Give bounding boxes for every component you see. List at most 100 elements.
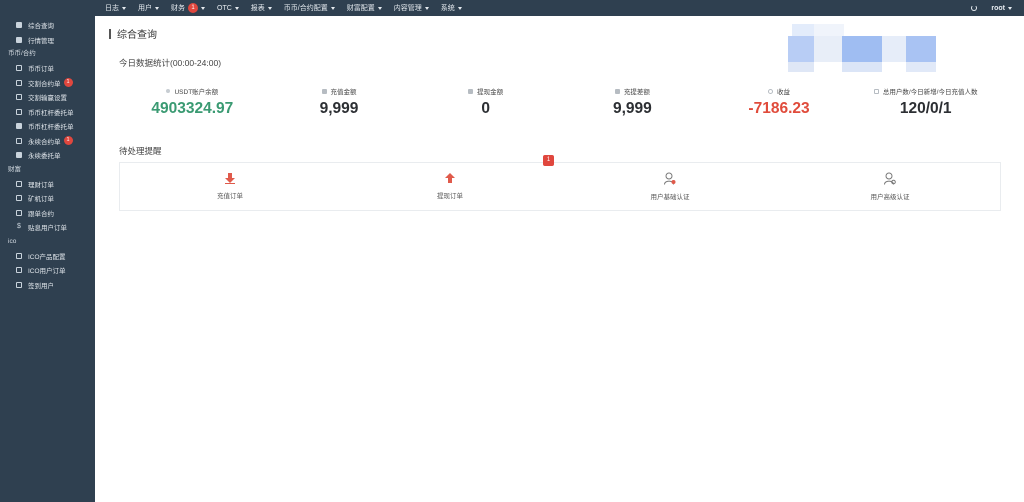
sidebar-item-discount-orders[interactable]: $ 贴息用户订单 (0, 220, 95, 235)
caret-down-icon (1008, 6, 1012, 10)
sidebar-item-label: 综合查询 (28, 23, 54, 31)
task-label: 用户高级认证 (870, 194, 910, 201)
sidebar-item-copy-contracts[interactable]: 跟单合约 (0, 206, 95, 221)
nav-content[interactable]: 内容管理 (394, 3, 429, 13)
nav-label: 币币/合约配置 (283, 5, 328, 12)
monitor-icon (16, 267, 22, 274)
user-menu[interactable]: root (991, 5, 1012, 12)
wallet-icon (321, 88, 327, 94)
task-label: 充值订单 (217, 193, 243, 200)
sidebar-group-title: 币币/合约 (8, 50, 36, 57)
top-navbar: 日志 用户 财务 1 OTC 报表 币币/合约配置 财富配置 内容管理 系统 ro… (95, 0, 1024, 16)
sidebar-item-label: 币币杠杆委托单 (28, 124, 74, 132)
caret-down-icon (377, 6, 382, 10)
nav-logs[interactable]: 日志 (105, 3, 126, 13)
copy-icon (16, 108, 22, 115)
task-basic-verification[interactable]: 用户基础认证 (560, 163, 780, 210)
nav-reports[interactable]: 报表 (251, 3, 272, 13)
caret-down-icon (424, 6, 429, 10)
nav-label: 日志 (105, 5, 119, 12)
task-withdraw-orders[interactable]: 提现订单 (340, 163, 560, 210)
sidebar-item-wealth-orders[interactable]: 理财订单 (0, 177, 95, 192)
username-label: root (991, 4, 1005, 12)
stat-value: 9,999 (319, 100, 359, 117)
sidebar-item-ico-orders[interactable]: ICO用户订单 (0, 263, 95, 278)
stat-value: 120/0/1 (899, 100, 952, 117)
title-accent-bar (109, 28, 111, 39)
sidebar-item-label: 签到用户 (28, 282, 54, 290)
sidebar-item-label: 矿机订单 (28, 196, 54, 204)
list-icon (16, 94, 22, 101)
sidebar-item-signin-users[interactable]: 签到用户 (0, 278, 95, 293)
clock-icon (768, 88, 774, 94)
grid-icon (16, 36, 22, 43)
chart-icon (16, 180, 22, 187)
dollar-icon: $ (17, 223, 21, 231)
nav-label: 用户 (138, 5, 152, 12)
sidebar-item-spot-orders[interactable]: 币币订单 (0, 61, 95, 76)
sidebar-item-delivery-settings[interactable]: 交割输赢设置 (0, 90, 95, 105)
nav-label: 财务 (171, 5, 185, 12)
task-label: 用户基础认证 (650, 194, 690, 201)
grid-icon (16, 152, 22, 159)
count-badge: 1 (63, 136, 73, 146)
wrench-icon (16, 195, 22, 202)
sidebar: 综合查询 行情管理 币币/合约 币币订单 交割合约单 1 交割输赢设置 币币杠杆… (0, 0, 95, 502)
sidebar-item-label: 交割合约单 (28, 80, 61, 88)
nav-system[interactable]: 系统 (441, 3, 462, 13)
task-label: 提现订单 (437, 193, 463, 200)
dot-icon (166, 89, 171, 93)
wallet-icon (614, 88, 620, 94)
stat-label: USDT账户余额 (174, 89, 219, 96)
stat-label: 充提差额 (623, 89, 650, 96)
sidebar-item-leverage-orders-2[interactable]: 币币杠杆委托单 (0, 119, 95, 134)
stat-value: 0 (481, 100, 490, 117)
arrow-down-icon (225, 173, 235, 184)
stat-label: 收益 (777, 89, 791, 96)
bookmark-icon (16, 137, 22, 144)
wallet-icon (468, 88, 474, 94)
sidebar-item-miner-orders[interactable]: 矿机订单 (0, 191, 95, 206)
user-settings-icon (884, 172, 896, 185)
nav-wealth-config[interactable]: 财富配置 (347, 3, 382, 13)
nav-contract-config[interactable]: 币币/合约配置 (284, 3, 335, 13)
sidebar-group-title: ico (8, 237, 17, 245)
stats-row: USDT账户余额 4903324.97 充值金额 9,999 提现金额 0 充提… (119, 86, 999, 118)
main-content: 综合查询 今日数据统计(00:00-24:00) USDT账户余额 490332… (95, 16, 1024, 502)
sidebar-item-label: 交割输赢设置 (28, 95, 67, 103)
nav-finance[interactable]: 财务 1 (171, 3, 205, 13)
checkbox-icon (16, 281, 22, 288)
stat-value: 9,999 (612, 100, 652, 117)
tasks-section-title: 待处理提醒 (119, 146, 162, 156)
stat-label: 总用户数/今日新增/今日充值人数 (882, 89, 978, 96)
sidebar-item-delivery-contract-orders[interactable]: 交割合约单 1 (0, 76, 95, 91)
sidebar-item-label: 币币订单 (28, 66, 54, 74)
nav-otc[interactable]: OTC (217, 5, 239, 12)
stat-user-counts: 总用户数/今日新增/今日充值人数 120/0/1 (852, 86, 999, 118)
caret-down-icon (201, 6, 205, 10)
calendar-icon (16, 209, 22, 216)
caret-down-icon (267, 6, 272, 10)
caret-down-icon (330, 6, 335, 10)
arrow-up-icon (445, 173, 455, 183)
sidebar-item-comprehensive-query[interactable]: 综合查询 (0, 18, 95, 33)
stat-label: 提现金额 (477, 89, 504, 96)
sidebar-group-title: 财富 (8, 165, 21, 173)
task-advanced-verification[interactable]: 用户高级认证 (780, 163, 1000, 210)
stat-label: 充值金额 (330, 89, 357, 96)
grid-icon (16, 123, 22, 130)
sidebar-item-perpetual-entrust-orders[interactable]: 永续委托单 (0, 148, 95, 163)
bookmark-icon (16, 79, 22, 86)
page-title-text: 综合查询 (117, 30, 157, 41)
task-deposit-orders[interactable]: 充值订单 (120, 163, 340, 210)
sidebar-item-perpetual-contract-orders[interactable]: 永续合约单 1 (0, 134, 95, 149)
nav-label: 内容管理 (393, 5, 422, 12)
power-icon[interactable] (971, 5, 978, 11)
nav-users[interactable]: 用户 (138, 3, 159, 13)
page-title: 综合查询 (109, 26, 157, 41)
bookmark-icon (16, 65, 22, 72)
sidebar-item-leverage-orders-1[interactable]: 币币杠杆委托单 (0, 105, 95, 120)
pixelated-image (788, 20, 944, 72)
sidebar-item-ico-products[interactable]: ICO产品配置 (0, 249, 95, 264)
sidebar-item-market-management[interactable]: 行情管理 (0, 33, 95, 48)
